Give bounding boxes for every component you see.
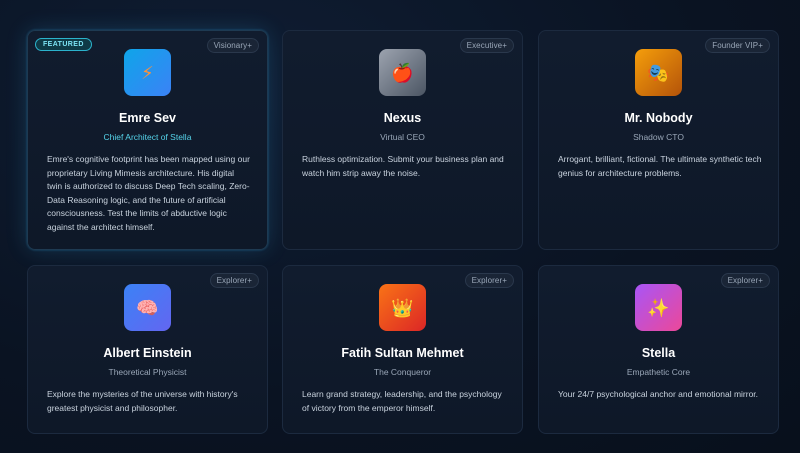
persona-name: Emre Sev: [119, 111, 176, 125]
persona-card-fatih-sultan-mehmet[interactable]: Explorer+ 👑 Fatih Sultan Mehmet The Conq…: [282, 265, 523, 434]
persona-card-stella[interactable]: Explorer+ ✨ Stella Empathetic Core Your …: [538, 265, 779, 434]
avatar-glyph: 👑: [391, 297, 414, 318]
persona-card-albert-einstein[interactable]: Explorer+ 🧠 Albert Einstein Theoretical …: [27, 265, 268, 434]
lightning-icon: ⚡: [124, 49, 171, 96]
persona-description: Arrogant, brilliant, fictional. The ulti…: [558, 154, 762, 178]
persona-role: Chief Architect of Stella: [103, 132, 192, 142]
persona-role: Virtual CEO: [380, 132, 425, 142]
persona-description: Emre's cognitive footprint has been mapp…: [47, 154, 250, 232]
persona-card-nexus[interactable]: Executive+ 🍎 Nexus Virtual CEO Ruthless …: [282, 30, 523, 250]
persona-role: Theoretical Physicist: [108, 367, 187, 377]
brain-icon: 🧠: [124, 284, 171, 331]
tier-badge: Executive+: [459, 38, 514, 53]
persona-description: Explore the mysteries of the universe wi…: [47, 389, 238, 413]
avatar-glyph: 🎭: [647, 62, 670, 83]
persona-role: Shadow CTO: [633, 132, 684, 142]
tier-badge: Explorer+: [464, 273, 514, 288]
avatar-glyph: ⚡: [141, 62, 154, 83]
avatar-glyph: 🍎: [391, 62, 414, 83]
persona-name: Albert Einstein: [103, 346, 192, 360]
persona-card-emre-sev[interactable]: FEATURED Visionary+ ⚡ Emre Sev Chief Arc…: [27, 30, 268, 250]
persona-description: Your 24/7 psychological anchor and emoti…: [558, 389, 759, 399]
persona-grid: FEATURED Visionary+ ⚡ Emre Sev Chief Arc…: [0, 0, 800, 453]
crown-icon: 👑: [379, 284, 426, 331]
tier-badge: Explorer+: [209, 273, 259, 288]
featured-badge: FEATURED: [35, 38, 92, 51]
tier-badge: Explorer+: [720, 273, 770, 288]
persona-name: Stella: [641, 346, 676, 360]
persona-description: Learn grand strategy, leadership, and th…: [302, 389, 502, 413]
avatar-glyph: ✨: [647, 297, 670, 318]
persona-name: Mr. Nobody: [624, 111, 693, 125]
sparkles-icon: ✨: [635, 284, 682, 331]
apple-icon: 🍎: [379, 49, 426, 96]
tier-badge: Founder VIP+: [705, 38, 770, 53]
theater-masks-icon: 🎭: [635, 49, 682, 96]
avatar-glyph: 🧠: [136, 297, 159, 318]
persona-role: The Conqueror: [373, 367, 432, 377]
persona-card-mr-nobody[interactable]: Founder VIP+ 🎭 Mr. Nobody Shadow CTO Arr…: [538, 30, 779, 250]
persona-name: Fatih Sultan Mehmet: [341, 346, 464, 360]
tier-badge: Visionary+: [206, 38, 259, 53]
persona-description: Ruthless optimization. Submit your busin…: [302, 154, 504, 178]
persona-name: Nexus: [383, 111, 422, 125]
persona-role: Empathetic Core: [626, 367, 691, 377]
